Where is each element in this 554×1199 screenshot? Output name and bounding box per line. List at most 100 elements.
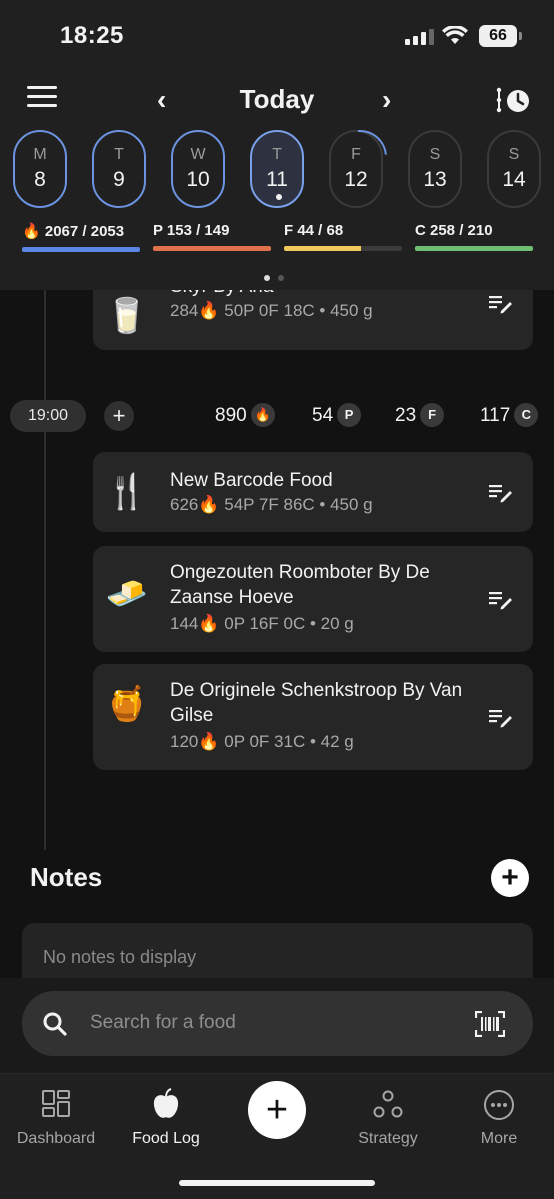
tab-label: Food Log bbox=[132, 1130, 200, 1147]
tab-dashboard[interactable]: Dashboard bbox=[6, 1088, 106, 1148]
day-wednesday[interactable]: W 10 bbox=[171, 130, 225, 208]
protein-progress: P 153 / 149 bbox=[153, 222, 271, 251]
add-button[interactable]: + bbox=[248, 1081, 306, 1139]
search-placeholder: Search for a food bbox=[90, 1012, 236, 1033]
flame-icon: 🔥 bbox=[250, 403, 275, 427]
add-note-button[interactable]: + bbox=[491, 859, 529, 897]
fat-progress: F 44 / 68 bbox=[284, 222, 402, 251]
day-letter: F bbox=[351, 146, 361, 163]
home-indicator bbox=[179, 1180, 375, 1186]
notes-empty-text: No notes to display bbox=[43, 947, 197, 967]
meal-protein: 54 P bbox=[312, 403, 362, 427]
day-number: 11 bbox=[266, 168, 288, 191]
search-icon bbox=[43, 1012, 67, 1036]
food-macros: 284🔥 50P 0F 18C • 450 g bbox=[170, 301, 373, 320]
calories-bar bbox=[22, 247, 140, 252]
edit-icon[interactable] bbox=[489, 590, 513, 610]
status-bar: 18:25 66 bbox=[0, 0, 554, 70]
protein-label: P 153 / 149 bbox=[153, 222, 230, 239]
tab-label: More bbox=[480, 1130, 518, 1147]
yogurt-icon: 🥛 bbox=[105, 297, 149, 335]
notes-empty-box: No notes to display bbox=[22, 923, 533, 980]
wifi-icon bbox=[442, 26, 468, 44]
food-name: New Barcode Food bbox=[170, 470, 333, 491]
food-entry[interactable]: 🧈 Ongezouten Roomboter By De Zaanse Hoev… bbox=[93, 546, 533, 652]
calories-progress: 🔥 2067 / 2053 bbox=[22, 222, 140, 252]
food-entry[interactable]: 🍯 De Originele Schenkstroop By Van Gilse… bbox=[93, 664, 533, 770]
fat-label: F 44 / 68 bbox=[284, 222, 344, 239]
edit-icon[interactable] bbox=[489, 708, 513, 728]
tab-more[interactable]: More bbox=[449, 1088, 549, 1148]
day-letter: S bbox=[429, 146, 441, 163]
tab-strategy[interactable]: Strategy bbox=[338, 1088, 438, 1148]
chevron-right-icon[interactable]: › bbox=[382, 86, 391, 114]
apple-icon bbox=[153, 1088, 179, 1118]
day-sunday[interactable]: S 14 bbox=[487, 130, 541, 208]
day-friday[interactable]: F 12 bbox=[329, 130, 383, 208]
flame-icon: 🔥 bbox=[198, 732, 225, 751]
flame-icon: 🔥 bbox=[22, 223, 45, 240]
food-name: De Originele Schenkstroop By Van Gilse bbox=[170, 680, 463, 726]
edit-icon[interactable] bbox=[489, 294, 513, 314]
food-entry-skyr[interactable]: 🥛 Skyr By Arla 284🔥 50P 0F 18C • 450 g bbox=[93, 290, 533, 350]
day-tuesday[interactable]: T 9 bbox=[92, 130, 146, 208]
protein-bar bbox=[153, 246, 271, 251]
tab-label: Strategy bbox=[358, 1130, 418, 1147]
more-icon bbox=[484, 1090, 514, 1120]
day-letter: T bbox=[272, 146, 282, 163]
today-dot bbox=[276, 194, 282, 200]
battery-icon: 66 bbox=[479, 25, 522, 47]
add-food-icon[interactable]: + bbox=[104, 401, 134, 431]
meal-fat: 23 F bbox=[395, 403, 445, 427]
search-input[interactable]: Search for a food bbox=[22, 991, 533, 1056]
meal-time[interactable]: 19:00 bbox=[10, 400, 86, 432]
food-name: Ongezouten Roomboter By De Zaanse Hoeve bbox=[170, 562, 430, 608]
tab-label: Dashboard bbox=[16, 1130, 96, 1147]
utensils-icon: 🍴 bbox=[105, 473, 149, 511]
butter-icon: 🧈 bbox=[105, 575, 149, 613]
day-thursday-selected[interactable]: T 11 bbox=[250, 130, 304, 208]
day-number: 13 bbox=[423, 168, 447, 191]
flame-icon: 🔥 bbox=[198, 495, 225, 514]
meal-calories: 890 🔥 bbox=[215, 403, 275, 427]
day-number: 14 bbox=[502, 168, 526, 191]
edit-icon[interactable] bbox=[489, 483, 513, 503]
calories-label: 2067 / 2053 bbox=[44, 223, 125, 240]
tab-bar: Dashboard Food Log + Strategy More bbox=[0, 1073, 554, 1199]
day-number: 9 bbox=[113, 168, 125, 191]
flame-icon: 🔥 bbox=[198, 301, 225, 320]
page-indicator bbox=[264, 268, 292, 286]
day-saturday[interactable]: S 13 bbox=[408, 130, 462, 208]
day-number: 12 bbox=[344, 168, 368, 191]
meal-time-row: 19:00 + 890 🔥 54 P 23 F 117 C bbox=[0, 400, 554, 434]
date-header: ‹ Today › M 8 T 9 W 10 T 11 F 12 S 13 S … bbox=[0, 70, 554, 290]
day-monday[interactable]: M 8 bbox=[13, 130, 67, 208]
tab-food-log[interactable]: Food Log bbox=[116, 1088, 216, 1148]
carbs-label: C 258 / 210 bbox=[415, 222, 493, 239]
day-letter: W bbox=[190, 146, 206, 163]
fat-bar bbox=[284, 246, 361, 251]
food-entry[interactable]: 🍴 New Barcode Food 626🔥 54P 7F 86C • 450… bbox=[93, 452, 533, 532]
page-title: Today bbox=[239, 84, 315, 114]
notes-title: Notes bbox=[30, 862, 103, 892]
food-macros: 120🔥 0P 0F 31C • 42 g bbox=[170, 732, 354, 751]
day-letter: T bbox=[114, 146, 124, 163]
strategy-icon bbox=[373, 1090, 403, 1118]
history-icon[interactable] bbox=[496, 84, 532, 116]
day-number: 8 bbox=[34, 168, 46, 191]
timeline-line bbox=[44, 290, 46, 850]
day-letter: M bbox=[33, 146, 47, 163]
dashboard-icon bbox=[42, 1090, 70, 1117]
search-bar-container: Search for a food bbox=[0, 978, 554, 1073]
week-selector: M 8 T 9 W 10 T 11 F 12 S 13 S 14 bbox=[0, 130, 554, 210]
day-number: 10 bbox=[186, 168, 210, 191]
food-macros: 144🔥 0P 16F 0C • 20 g bbox=[170, 614, 354, 633]
carbs-bar bbox=[415, 246, 533, 251]
status-time: 18:25 bbox=[60, 22, 124, 49]
carbs-progress: C 258 / 210 bbox=[415, 222, 533, 251]
barcode-scan-icon[interactable] bbox=[475, 1011, 505, 1037]
food-macros: 626🔥 54P 7F 86C • 450 g bbox=[170, 495, 373, 514]
cellular-signal-icon bbox=[405, 29, 434, 45]
flame-icon: 🔥 bbox=[198, 614, 225, 633]
day-letter: S bbox=[508, 146, 520, 163]
